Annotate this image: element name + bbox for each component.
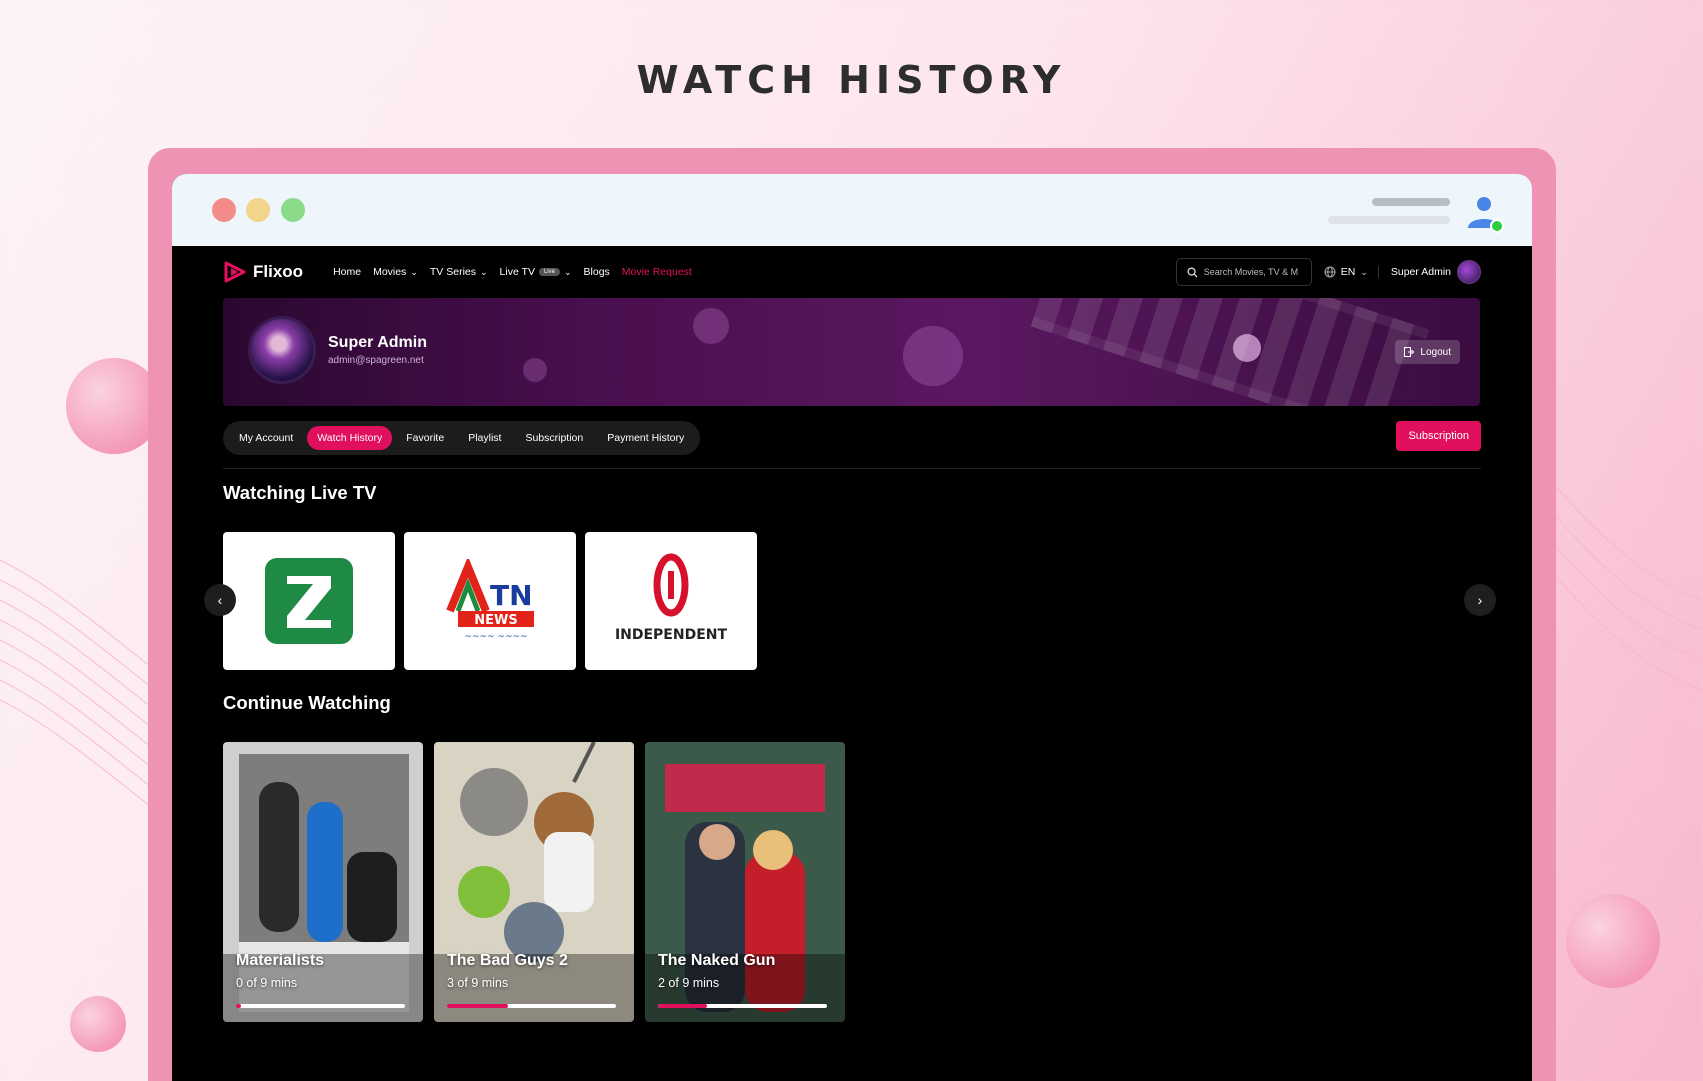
window-titlebar	[172, 174, 1532, 246]
movie-title: Materialists	[236, 952, 325, 969]
progress-bar	[236, 1004, 405, 1008]
logo[interactable]: Flixoo	[223, 261, 303, 283]
progress-bar	[658, 1004, 827, 1008]
banner-bokeh	[903, 326, 963, 386]
z-channel-logo	[265, 558, 353, 644]
live-tv-section-title: Watching Live TV	[223, 482, 377, 503]
page-heading: WATCH HISTORY	[636, 58, 1067, 102]
live-channel-card[interactable]: INDEPENDENT	[585, 532, 757, 670]
search-input[interactable]: Search Movies, TV & M	[1175, 258, 1312, 286]
chevron-down-icon: ⌄	[480, 266, 488, 277]
tab-playlist[interactable]: Playlist	[458, 426, 511, 450]
carousel-prev-button[interactable]: ‹	[204, 584, 236, 616]
chevron-down-icon: ⌄	[410, 266, 418, 277]
nav-home[interactable]: Home	[333, 266, 361, 278]
nav-tv-series[interactable]: TV Series ⌄	[430, 266, 488, 278]
user-avatar-icon	[1468, 197, 1504, 233]
nav-movie-request[interactable]: Movie Request	[622, 266, 692, 278]
movie-card[interactable]: The Naked Gun 2 of 9 mins	[645, 742, 845, 1022]
movie-progress-text: 3 of 9 mins	[447, 976, 509, 990]
svg-text:INDEPENDENT: INDEPENDENT	[615, 627, 728, 643]
language-label: EN	[1340, 266, 1356, 278]
continue-watching-title: Continue Watching	[223, 692, 391, 713]
movie-title: The Bad Guys 2	[447, 952, 568, 969]
logout-button[interactable]: Logout	[1395, 340, 1460, 364]
close-dot[interactable]	[212, 198, 236, 222]
decor-bubble	[1566, 894, 1660, 988]
carousel-next-button[interactable]: ›	[1464, 584, 1496, 616]
nav-blogs[interactable]: Blogs	[584, 266, 610, 278]
profile-tabs: My Account Watch History Favorite Playli…	[223, 421, 701, 455]
subscription-button[interactable]: Subscription	[1396, 421, 1481, 451]
nav-movies[interactable]: Movies ⌄	[373, 266, 418, 278]
chevron-down-icon: ⌄	[563, 266, 572, 277]
tab-my-account[interactable]: My Account	[229, 426, 303, 450]
profile-email: admin@spagreen.net	[328, 355, 424, 366]
movie-title: The Naked Gun	[658, 952, 776, 969]
svg-text:TN: TN	[490, 579, 533, 612]
movie-progress-text: 0 of 9 mins	[236, 976, 298, 990]
titlebar-placeholder-line	[1372, 198, 1450, 206]
titlebar-placeholder-line	[1328, 216, 1450, 224]
movie-progress-text: 2 of 9 mins	[658, 976, 720, 990]
progress-fill	[658, 1004, 707, 1008]
progress-fill	[236, 1004, 242, 1008]
maximize-dot[interactable]	[281, 198, 305, 222]
tab-watch-history[interactable]: Watch History	[307, 426, 393, 450]
banner-bokeh	[523, 358, 547, 382]
nav-tv-series-label: TV Series	[429, 266, 476, 278]
nav-movies-label: Movies	[373, 266, 407, 278]
chevron-left-icon: ‹	[217, 592, 223, 608]
live-badge: Live	[538, 268, 560, 276]
logout-icon	[1404, 347, 1415, 357]
banner-bokeh	[693, 308, 729, 344]
live-channel-card[interactable]: TN NEWS ~~~~ ~~~~	[404, 532, 576, 670]
movie-card[interactable]: The Bad Guys 2 3 of 9 mins	[434, 742, 634, 1022]
tab-payment-history[interactable]: Payment History	[597, 426, 694, 450]
film-strip-decor	[1030, 298, 1430, 406]
progress-bar	[447, 1004, 616, 1008]
tab-favorite[interactable]: Favorite	[396, 426, 454, 450]
flixoo-logo-icon	[224, 261, 246, 283]
avatar	[1457, 260, 1481, 284]
browser-window: Flixoo Home Movies ⌄ TV Series ⌄ Live TV…	[172, 174, 1532, 1081]
logout-label: Logout	[1420, 346, 1451, 358]
logo-text: Flixoo	[253, 262, 304, 281]
live-channel-card[interactable]	[223, 532, 395, 670]
nav-live-tv-label: Live TV	[499, 266, 535, 278]
movie-card[interactable]: Materialists 0 of 9 mins	[223, 742, 423, 1022]
app-content: Flixoo Home Movies ⌄ TV Series ⌄ Live TV…	[172, 246, 1532, 1081]
profile-name: Super Admin	[328, 334, 427, 351]
minimize-dot[interactable]	[246, 198, 270, 222]
nav-live-tv[interactable]: Live TV Live ⌄	[500, 266, 572, 278]
progress-fill	[447, 1004, 508, 1008]
top-navbar: Flixoo Home Movies ⌄ TV Series ⌄ Live TV…	[223, 246, 1481, 298]
live-tv-carousel: TN NEWS ~~~~ ~~~~ INDEPENDENT	[223, 532, 757, 670]
profile-avatar	[248, 316, 316, 384]
user-menu[interactable]: Super Admin	[1391, 260, 1481, 284]
decor-bubble	[70, 996, 126, 1052]
profile-banner: Super Admin admin@spagreen.net Logout	[223, 298, 1480, 406]
svg-text:~~~~ ~~~~: ~~~~ ~~~~	[464, 632, 527, 642]
atn-news-logo: TN NEWS ~~~~ ~~~~	[446, 559, 534, 642]
search-icon	[1187, 266, 1198, 278]
independent-logo: INDEPENDENT	[615, 553, 728, 643]
search-placeholder: Search Movies, TV & M	[1203, 267, 1299, 277]
tab-subscription[interactable]: Subscription	[515, 426, 593, 450]
user-name: Super Admin	[1390, 266, 1451, 278]
globe-icon	[1324, 266, 1336, 278]
svg-text:NEWS: NEWS	[474, 613, 517, 628]
language-selector[interactable]: EN ⌄	[1324, 266, 1379, 278]
chevron-down-icon: ⌄	[1360, 266, 1368, 277]
chevron-right-icon: ›	[1477, 592, 1483, 608]
continue-watching-list: Materialists 0 of 9 mins The Bad Guys 2 …	[223, 742, 845, 1022]
profile-tabs-row: My Account Watch History Favorite Playli…	[223, 421, 1481, 469]
